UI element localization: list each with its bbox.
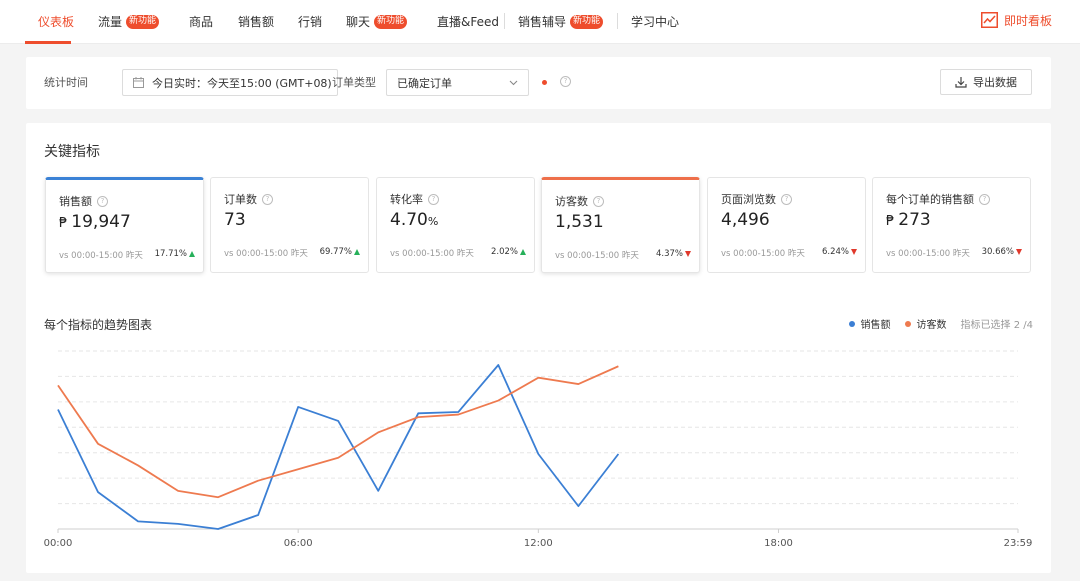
nav-tab-6[interactable]: 直播&Feed (437, 0, 499, 44)
trend-chart: 00:00 06:00 12:00 18:00 23:59 (44, 350, 1033, 549)
chevron-down-icon (509, 80, 518, 85)
new-feature-badge: 新功能 (126, 15, 160, 29)
nav-tab-3[interactable]: 销售额 (238, 0, 274, 44)
nav-tab-4[interactable]: 行销 (298, 0, 322, 44)
nav-tab-2[interactable]: 商品 (189, 0, 213, 44)
date-range-value: 今日实时：今天至15:00 (GMT+08) (152, 76, 332, 90)
order-type-select[interactable]: 已确定订单 (386, 69, 529, 96)
nav-tab-label: 仪表板 (38, 15, 75, 29)
nav-tab-label: 直播&Feed (437, 15, 499, 29)
x-tick-label: 00:00 (44, 538, 73, 549)
nav-tab-5[interactable]: 聊天 新功能 (346, 0, 408, 44)
export-data-label: 导出数据 (973, 76, 1017, 89)
nav-tab-0[interactable]: 仪表板 (38, 0, 74, 44)
series-line-sales (57, 364, 620, 530)
order-type-label: 订单类型 (332, 76, 376, 89)
nav-divider (504, 13, 505, 29)
download-icon (955, 77, 967, 88)
realtime-dashboard-link[interactable]: 即时看板 (980, 0, 1052, 40)
x-tick-label: 12:00 (524, 538, 553, 549)
x-tick-label: 18:00 (764, 538, 793, 549)
top-nav: 即时看板 仪表板 流量 新功能 商品 销售额 行销 聊天 新功能 直播&Feed 销售辅导 新功能学… (0, 0, 1080, 44)
calendar-icon (133, 77, 144, 88)
date-range-picker[interactable]: 今日实时：今天至15:00 (GMT+08) (122, 69, 338, 96)
nav-tab-label: 流量 (98, 15, 123, 29)
nav-tab-label: 学习中心 (631, 15, 680, 29)
x-tick-label: 23:59 (1004, 538, 1033, 549)
nav-tab-7[interactable]: 销售辅导 新功能 (518, 0, 604, 44)
nav-tab-label: 聊天 (346, 15, 371, 29)
nav-tab-label: 销售额 (238, 15, 275, 29)
export-data-button[interactable]: 导出数据 (940, 69, 1032, 95)
series-line-visitors (57, 365, 619, 499)
nav-tab-8[interactable]: 学习中心 (631, 0, 679, 44)
x-tick-label: 06:00 (284, 538, 313, 549)
nav-tab-1[interactable]: 流量 新功能 (98, 0, 160, 44)
help-icon[interactable]: ? (560, 76, 571, 87)
stat-time-label: 统计时间 (44, 76, 88, 89)
filter-bar: 统计时间 今日实时：今天至15:00 (GMT+08) 订单类型 已确定订单 ?… (26, 57, 1051, 109)
order-type-value: 已确定订单 (397, 76, 452, 90)
nav-divider (617, 13, 618, 29)
trend-chart-icon (980, 12, 998, 28)
nav-tab-label: 销售辅导 (518, 15, 567, 29)
realtime-dashboard-label: 即时看板 (1003, 13, 1052, 28)
notice-dot (542, 80, 547, 85)
new-feature-badge: 新功能 (374, 15, 408, 29)
nav-tab-label: 行销 (298, 15, 323, 29)
key-metrics-card: 关键指标 销售额? ₱ 19,947 vs 00:00-15:00 昨天 17.71% 订… (26, 123, 1051, 573)
new-feature-badge: 新功能 (570, 15, 604, 29)
nav-tab-label: 商品 (189, 15, 214, 29)
